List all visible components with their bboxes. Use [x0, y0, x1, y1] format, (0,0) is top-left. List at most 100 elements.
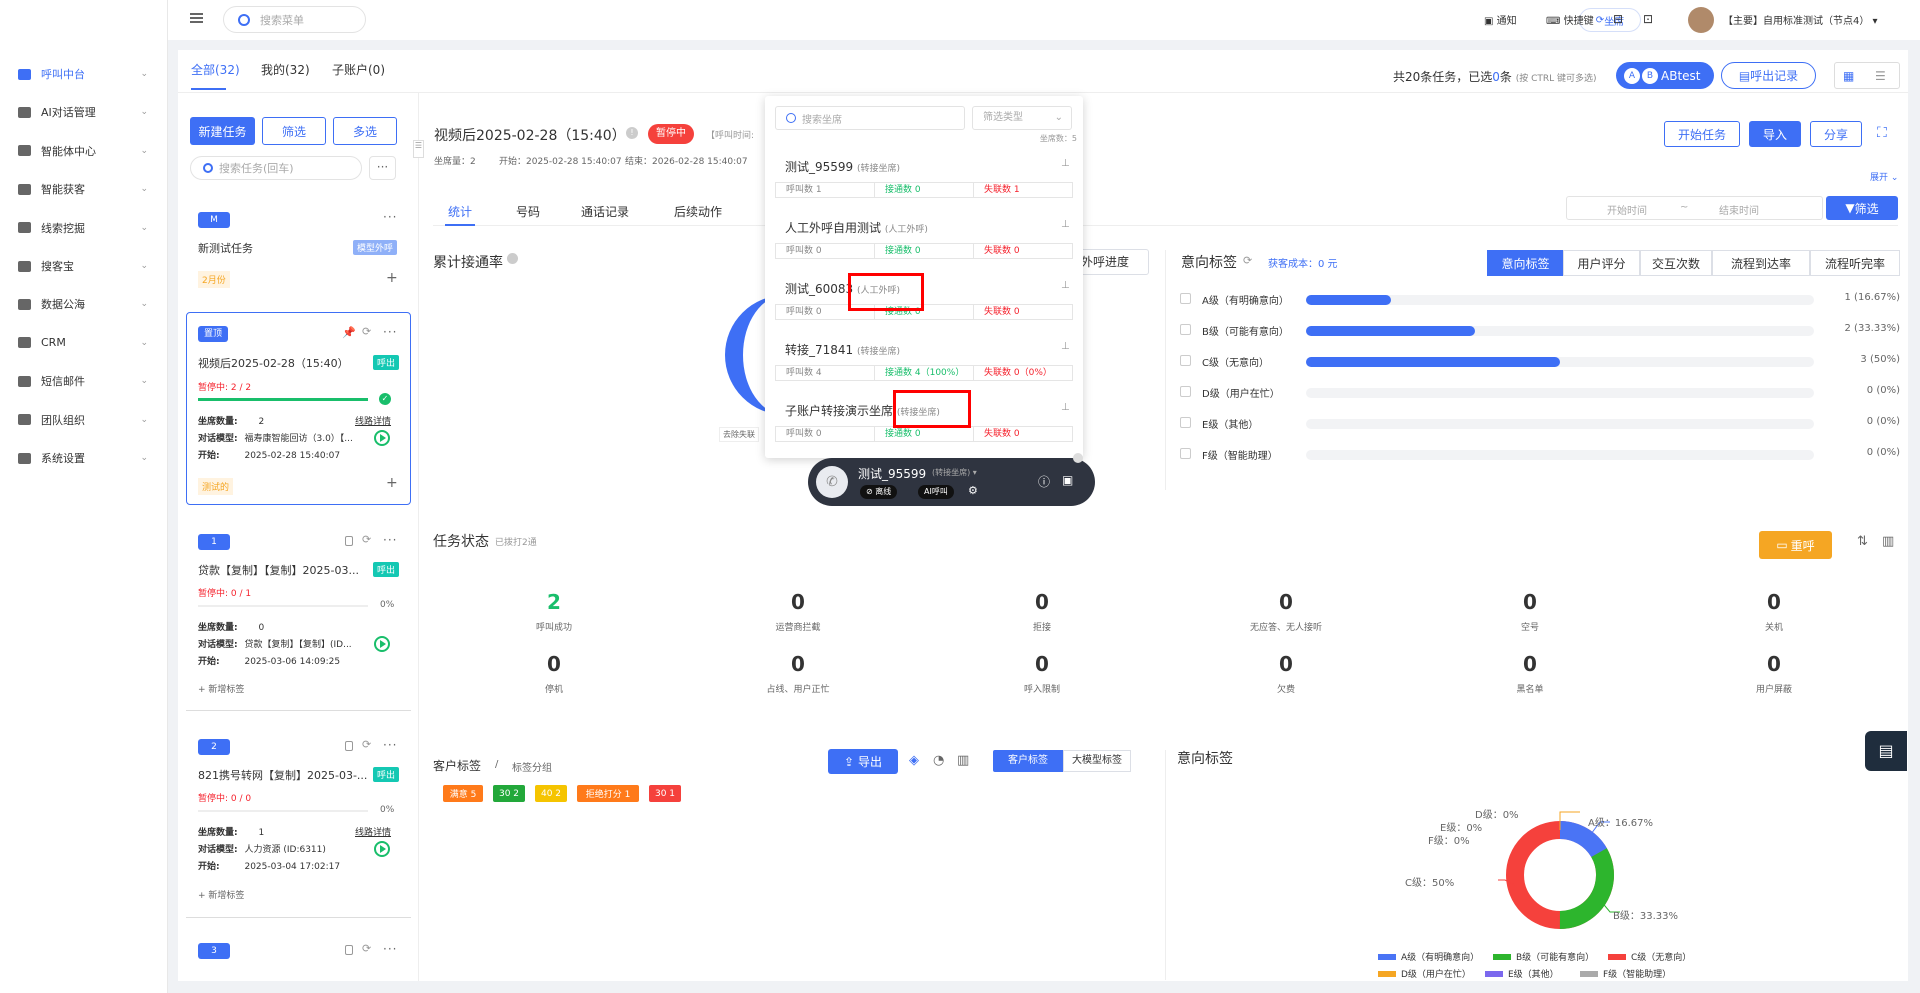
pin-icon[interactable]: ⊥	[1061, 280, 1070, 291]
ab-test-button[interactable]: A B ABtest	[1616, 62, 1714, 89]
exclude-lost-toggle[interactable]: 去除失联	[719, 427, 759, 442]
expand-link[interactable]: 展开 ⌄	[1870, 170, 1898, 183]
progress-button[interactable]: 外呼进度	[1073, 249, 1149, 275]
customer-tag[interactable]: 40 2	[535, 785, 567, 802]
ai-call-badge[interactable]: AI呼叫	[918, 485, 954, 499]
customer-tag[interactable]: 拒绝打分 1	[577, 785, 639, 802]
play-icon[interactable]	[374, 636, 390, 652]
pie-legend-item[interactable]: F级（智能助理）	[1580, 967, 1671, 980]
add-tag-link[interactable]: + 新增标签	[198, 888, 244, 901]
phone-icon[interactable]: ✆	[816, 466, 848, 498]
pie-legend-item[interactable]: D级（用户在忙）	[1378, 967, 1471, 980]
tab-customer-tags[interactable]: 客户标签	[993, 750, 1063, 772]
sidebar-item-data-sea[interactable]: 数据公海 ⌄	[18, 292, 148, 316]
task-search-input[interactable]: 搜索任务(回车)	[190, 156, 362, 180]
add-tag-link[interactable]: + 新增标签	[198, 682, 244, 695]
info-icon[interactable]: !	[626, 127, 638, 139]
seat-item[interactable]: 人工外呼自用测试 (人工外呼)	[785, 219, 928, 236]
more-icon[interactable]: ···	[383, 533, 397, 547]
intent-tab-3[interactable]: 流程到达率	[1712, 250, 1810, 276]
sidebar-item-lead-mining[interactable]: 线索挖掘 ⌄	[18, 216, 148, 240]
sidebar-item-team-org[interactable]: 团队组织 ⌄	[18, 408, 148, 432]
close-icon[interactable]	[1073, 453, 1083, 463]
fullscreen-icon[interactable]: ⛶	[1877, 125, 1887, 141]
avatar[interactable]	[1688, 7, 1714, 33]
settings-icon[interactable]: ⚙	[968, 484, 978, 497]
seat-search-input[interactable]: 搜索坐席	[775, 106, 965, 130]
offline-badge[interactable]: ⊘ 离线	[860, 485, 898, 499]
more-icon[interactable]: ···	[383, 325, 397, 339]
multi-select-button[interactable]: 多选	[333, 117, 397, 145]
customer-tag[interactable]: 满意 5	[443, 785, 483, 802]
sidebar-item-crm[interactable]: CRM ⌄	[18, 331, 148, 355]
intent-checkbox[interactable]	[1180, 448, 1191, 459]
start-task-button[interactable]: 开始任务	[1664, 121, 1740, 147]
menu-toggle-icon[interactable]	[190, 13, 203, 23]
pie-legend-item[interactable]: E级（其他）	[1485, 967, 1559, 980]
share-button[interactable]: 分享	[1810, 121, 1862, 147]
sidebar-item-sms-mail[interactable]: 短信邮件 ⌄	[18, 369, 148, 393]
sidebar-item-lead-acquire[interactable]: 智能获客 ⌄	[18, 177, 148, 201]
chat-widget-button[interactable]: ▤	[1865, 731, 1907, 771]
pie-legend-item[interactable]: B级（可能有意向）	[1493, 950, 1594, 963]
list-view-icon[interactable]: ☰	[1875, 69, 1886, 83]
seat-type-select[interactable]: 筛选类型 ⌄	[972, 106, 1072, 130]
pin-icon[interactable]	[345, 741, 353, 751]
time-filter-button[interactable]: ▼ 筛选	[1826, 196, 1898, 220]
refresh-icon[interactable]: ⟳	[362, 942, 371, 955]
more-icon[interactable]: ···	[383, 942, 397, 956]
more-icon[interactable]: ···	[383, 738, 397, 752]
sidebar-item-agent-center[interactable]: 智能体中心 ⌄	[18, 139, 148, 163]
intent-tab-0[interactable]: 意向标签	[1487, 250, 1564, 276]
pin-icon[interactable]: ⊥	[1061, 341, 1070, 352]
tab-numbers[interactable]: 号码	[516, 203, 540, 220]
bar-chart-icon[interactable]: ▥	[957, 753, 969, 768]
play-icon[interactable]	[374, 430, 390, 446]
tab-mine[interactable]: 我的(32)	[261, 61, 310, 78]
recall-button[interactable]: ▭ 重呼	[1759, 531, 1832, 559]
pin-icon[interactable]	[345, 536, 353, 546]
pin-icon[interactable]	[345, 945, 353, 955]
sidebar-item-search-guest[interactable]: 搜客宝 ⌄	[18, 254, 148, 278]
intent-checkbox[interactable]	[1180, 355, 1191, 366]
customer-tag[interactable]: 30 1	[649, 785, 681, 802]
line-details-link[interactable]: 线路详情	[355, 414, 391, 427]
pin-icon[interactable]: ⊥	[1061, 158, 1070, 169]
menu-search-input[interactable]: 搜索菜单	[223, 6, 366, 33]
tab-sub[interactable]: 子账户(0)	[332, 61, 385, 78]
user-menu[interactable]: 【主要】自用标准测试（节点4） ▾	[1723, 12, 1878, 27]
pin-icon[interactable]: ⊥	[1061, 402, 1070, 413]
collapse-handle[interactable]: ☰	[413, 140, 424, 158]
tag-group-link[interactable]: 标签分组	[512, 759, 552, 774]
intent-checkbox[interactable]	[1180, 386, 1191, 397]
pie-legend-item[interactable]: A级（有明确意向）	[1378, 950, 1479, 963]
tab-llm-tags[interactable]: 大模型标签	[1063, 750, 1131, 772]
sort-icon[interactable]: ⇅	[1857, 534, 1868, 549]
more-options-button[interactable]: ···	[369, 156, 396, 180]
settings-icon[interactable]: ⊡	[1643, 12, 1653, 26]
seat-item[interactable]: 测试_95599 (转接坐席)	[785, 158, 900, 175]
add-icon[interactable]: +	[386, 475, 398, 491]
intent-checkbox[interactable]	[1180, 293, 1191, 304]
sidebar-item-call-center[interactable]: 呼叫中台 ⌄	[18, 62, 148, 86]
play-icon[interactable]	[374, 841, 390, 857]
tag-icon[interactable]: ◈	[909, 753, 919, 768]
filter-button[interactable]: 筛选	[262, 117, 326, 145]
tab-follow-up[interactable]: 后续动作	[674, 203, 722, 220]
sidebar-item-ai-dialog[interactable]: AI对话管理 ⌄	[18, 100, 148, 124]
date-range-input[interactable]: 开始时间 ~ 结束时间	[1566, 196, 1823, 220]
pie-legend-item[interactable]: C级（无意向）	[1608, 950, 1691, 963]
more-icon[interactable]: ···	[383, 210, 397, 224]
refresh-icon[interactable]: ⟳	[362, 738, 371, 751]
grid-view-icon[interactable]: ▦	[1843, 69, 1854, 83]
sidebar-item-system-settings[interactable]: 系统设置 ⌄	[18, 446, 148, 470]
export-button[interactable]: ⇪ 导出	[828, 749, 898, 774]
intent-tab-2[interactable]: 交互次数	[1640, 250, 1712, 276]
bar-chart-icon[interactable]: ▥	[1882, 534, 1894, 549]
refresh-icon[interactable]: ⟳	[1243, 254, 1252, 267]
window-icon[interactable]: ▣	[1062, 473, 1073, 487]
notice-link[interactable]: ▣ 通知	[1484, 12, 1517, 27]
refresh-icon[interactable]: ⟳	[362, 533, 371, 546]
alert-icon[interactable]: ⓘ	[1038, 473, 1050, 490]
refresh-icon[interactable]: ⟳	[362, 325, 371, 338]
